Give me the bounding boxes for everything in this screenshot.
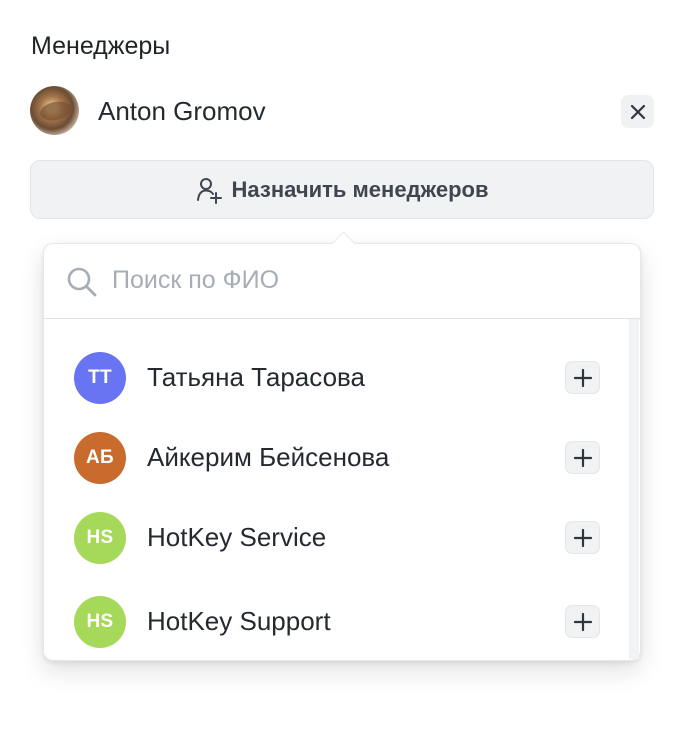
person-name: Татьяна Тарасова (147, 362, 366, 392)
avatar-initials: АБ (86, 447, 114, 468)
add-person-button[interactable] (565, 441, 600, 474)
profile-photo-avatar (30, 86, 79, 135)
avatar-initials: HS (86, 611, 114, 632)
avatar: HS (74, 512, 126, 564)
close-icon (630, 104, 645, 119)
assigned-manager-row: Anton Gromov (30, 86, 656, 136)
search-input[interactable] (112, 262, 562, 298)
people-list-scrollbar[interactable] (629, 319, 639, 659)
avatar: HS (74, 596, 126, 648)
add-person-button[interactable] (565, 361, 600, 394)
add-person-button[interactable] (565, 521, 600, 554)
person-name: Айкерим Бейсенова (147, 442, 390, 472)
manager-picker-popup: TT Татьяна Тарасова АБ Айкерим Бейсенова (43, 231, 641, 661)
list-item-person[interactable]: HS HotKey Service (44, 507, 630, 569)
add-user-icon (196, 177, 222, 204)
avatar: TT (74, 352, 126, 404)
plus-icon (573, 612, 592, 631)
avatar: АБ (74, 432, 126, 484)
avatar-initials: TT (88, 367, 112, 388)
list-item-person[interactable]: HS HotKey Support (44, 591, 630, 653)
assigned-manager-name: Anton Gromov (98, 96, 266, 126)
page-title: Менеджеры (31, 32, 171, 60)
people-list: TT Татьяна Тарасова АБ Айкерим Бейсенова (44, 319, 630, 659)
person-name: HotKey Service (147, 522, 327, 552)
search-bar (44, 244, 640, 319)
list-item-person[interactable]: АБ Айкерим Бейсенова (44, 427, 630, 489)
person-name: HotKey Support (147, 606, 331, 636)
assign-managers-label: Назначить менеджеров (231, 176, 489, 202)
remove-manager-button[interactable] (621, 95, 654, 128)
plus-icon (573, 368, 592, 387)
assign-managers-button[interactable]: Назначить менеджеров (30, 160, 654, 219)
avatar-initials: HS (86, 527, 114, 548)
plus-icon (573, 448, 592, 467)
add-person-button[interactable] (565, 605, 600, 638)
plus-icon (573, 528, 592, 547)
assign-managers-button-content: Назначить менеджеров (196, 175, 489, 205)
search-icon (67, 267, 97, 297)
list-item-person[interactable]: TT Татьяна Тарасова (44, 347, 630, 409)
